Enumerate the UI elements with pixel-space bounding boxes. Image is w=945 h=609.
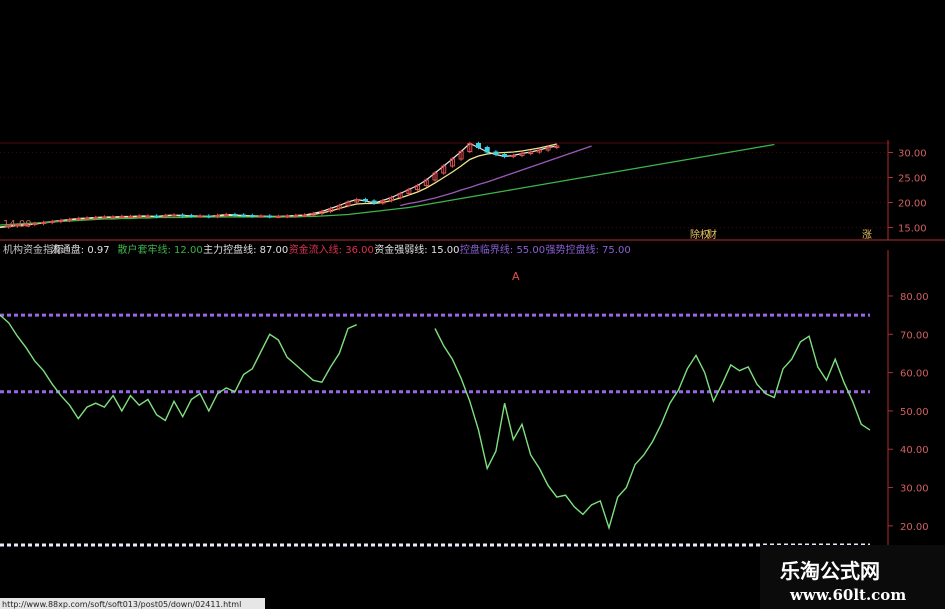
- background: [0, 0, 945, 609]
- price-candle: [162, 215, 168, 217]
- price-candle: [136, 215, 142, 218]
- price-candle: [32, 223, 38, 225]
- price-candle: [275, 216, 281, 218]
- price-candle: [267, 215, 273, 218]
- price-candle: [41, 222, 46, 224]
- price-candle: [476, 143, 481, 148]
- indicator-legend: 机构资金指标流通盘: 0.97 散户套牢线: 12.00 主力控盘线: 87.00 资…: [3, 243, 631, 256]
- price-candle: [493, 151, 499, 155]
- price-candle: [215, 215, 220, 217]
- price-tick-label: 30.00: [898, 149, 927, 160]
- price-candle: [197, 215, 203, 218]
- price-candle: [206, 215, 212, 218]
- indicator-tick-label: 30.00: [900, 484, 929, 495]
- indicator-legend-item: 流通盘: 0.97: [51, 243, 110, 256]
- price-left-tag: 14.00: [3, 219, 32, 230]
- price-candle: [293, 215, 299, 217]
- price-candle: [84, 217, 90, 220]
- indicator-tick-label: 40.00: [900, 445, 929, 456]
- watermark-cn: 乐淘公式网: [780, 559, 880, 583]
- url-strip-text: http://www.88xp.com/soft/soft013/post05/…: [2, 600, 241, 609]
- price-candle: [154, 215, 160, 218]
- price-candle: [302, 214, 307, 217]
- watermark-url: www.60lt.com: [789, 586, 906, 604]
- price-candle: [188, 215, 194, 217]
- indicator-legend-item: 资金流入线: 36.00: [289, 243, 374, 256]
- price-candle: [101, 216, 107, 219]
- indicator-marker-a: A: [512, 270, 520, 283]
- price-candle: [75, 218, 81, 220]
- indicator-tick-label: 80.00: [900, 292, 929, 303]
- price-candle: [232, 214, 238, 216]
- price-tick-label: 20.00: [898, 199, 927, 210]
- indicator-tick-label: 50.00: [900, 407, 929, 418]
- price-candle: [93, 217, 99, 219]
- price-candle: [371, 200, 377, 204]
- indicator-legend-item: 强势控盘线: 75.00: [546, 243, 631, 256]
- price-tick-label: 15.00: [898, 224, 927, 235]
- price-candle: [362, 199, 368, 202]
- indicator-tick-label: 70.00: [900, 330, 929, 341]
- price-candle: [223, 214, 229, 216]
- price-candle: [502, 154, 508, 157]
- indicator-legend-item: 资金强弱线: 15.00: [374, 243, 459, 256]
- indicator-tick-label: 60.00: [900, 369, 929, 380]
- price-candle: [510, 155, 516, 157]
- indicator-legend-item: 控盘临界线: 55.00: [460, 243, 545, 256]
- price-candle: [284, 215, 290, 218]
- price-candle: [171, 214, 177, 217]
- price-candle: [58, 220, 64, 222]
- price-candle: [258, 215, 264, 218]
- price-corner-label: 财: [707, 228, 717, 241]
- price-candle: [180, 214, 186, 217]
- indicator-legend-item: 主力控盘线: 87.00: [203, 243, 288, 256]
- price-candle: [110, 216, 116, 219]
- price-candle: [145, 215, 151, 218]
- indicator-legend-item: 散户套牢线: 12.00: [118, 243, 203, 256]
- price-corner-label: 涨: [862, 229, 872, 241]
- indicator-tick-label: 20.00: [900, 522, 929, 533]
- price-candle: [67, 219, 73, 221]
- price-tick-label: 25.00: [898, 174, 927, 185]
- price-candle: [49, 221, 55, 223]
- price-candle: [119, 216, 125, 218]
- chart-stage: 15.0020.0025.0030.00 14.00 除权财涨 机构资金指标流通…: [0, 0, 945, 609]
- price-candle: [241, 214, 247, 217]
- price-candle: [249, 215, 255, 217]
- price-candle: [484, 147, 490, 153]
- watermark: 乐淘公式网 www.60lt.com: [760, 545, 945, 609]
- price-candle: [128, 216, 133, 218]
